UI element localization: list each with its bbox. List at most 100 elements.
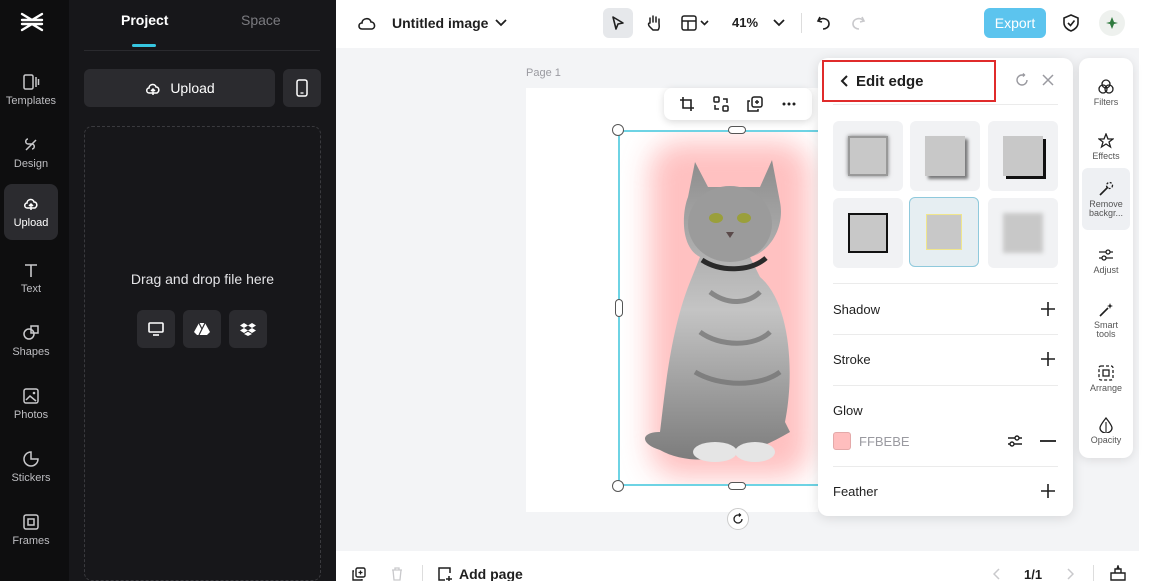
sidebar-item-design[interactable]: Design (4, 125, 58, 181)
sidebar-item-label: Upload (13, 217, 49, 229)
divider (833, 334, 1058, 335)
avatar[interactable] (1099, 10, 1125, 36)
sidebar-item-label: Stickers (11, 472, 51, 484)
upload-from-google-drive-button[interactable] (183, 310, 221, 348)
export-button[interactable]: Export (984, 8, 1046, 38)
add-page-button[interactable]: Add page (437, 566, 523, 581)
filters-icon (1098, 79, 1114, 94)
shield-icon (1063, 14, 1079, 32)
select-tool-button[interactable] (603, 8, 633, 38)
glow-settings-icon[interactable] (1007, 434, 1023, 448)
add-stroke-icon[interactable] (1040, 351, 1056, 367)
back-chevron-icon[interactable] (840, 75, 849, 87)
computer-icon (148, 322, 164, 336)
sidebar-item-frames[interactable]: Frames (4, 502, 58, 558)
zoom-level[interactable]: 41% (732, 15, 758, 30)
next-page-icon[interactable] (1066, 568, 1074, 580)
redo-button[interactable] (847, 12, 869, 34)
drop-zone[interactable]: Drag and drop file here (84, 126, 321, 581)
divider (1093, 565, 1094, 581)
floating-toolbar (664, 88, 812, 120)
pages-panel-icon[interactable] (1110, 565, 1126, 581)
sidebar-item-photos[interactable]: Photos (4, 376, 58, 432)
tab-project[interactable]: Project (121, 12, 168, 28)
sidebar-item-text[interactable]: Text (4, 250, 58, 306)
edge-preset-soft-shadow[interactable] (833, 121, 903, 191)
previous-page-icon[interactable] (993, 568, 1001, 580)
add-page-label: Add page (459, 566, 523, 581)
glow-color-swatch[interactable] (833, 432, 851, 450)
cursor-icon (612, 16, 624, 30)
tool-opacity[interactable]: Opacity (1082, 402, 1130, 460)
tool-arrange[interactable]: Arrange (1082, 350, 1130, 408)
divider (833, 466, 1058, 467)
rotate-icon (733, 513, 743, 524)
layout-menu-button[interactable] (678, 8, 714, 38)
left-rail: Templates Design Upload Text Shapes Phot… (0, 0, 69, 581)
rotate-handle[interactable] (727, 508, 749, 530)
upload-panel: Project Space Upload Drag and drop file … (69, 0, 336, 581)
upload-from-computer-button[interactable] (137, 310, 175, 348)
tool-remove-background[interactable]: Remove backgr... (1082, 168, 1130, 230)
add-feather-icon[interactable] (1040, 483, 1056, 499)
edit-edge-panel: Edit edge Shadow Stroke Glow FFBEBE Feat… (818, 58, 1073, 516)
glow-color-value[interactable]: FFBEBE (859, 434, 910, 449)
shield-button[interactable] (1059, 11, 1083, 35)
edge-preset-feather[interactable] (988, 198, 1058, 268)
edge-preset-glow[interactable] (909, 197, 979, 267)
tool-smart-tools[interactable]: Smart tools (1082, 290, 1130, 350)
resize-handle-bottom[interactable] (728, 482, 746, 490)
duplicate-page-icon[interactable] (352, 567, 366, 581)
tool-filters[interactable]: Filters (1082, 64, 1130, 122)
zoom-dropdown-icon[interactable] (772, 15, 786, 31)
stroke-section-title: Stroke (833, 352, 871, 367)
close-icon[interactable] (1041, 73, 1055, 87)
adjust-icon (1099, 249, 1113, 261)
resize-handle-top-left[interactable] (612, 124, 624, 136)
edge-preset-drop-shadow[interactable] (910, 121, 980, 191)
document-title[interactable]: Untitled image (392, 15, 488, 31)
divider (833, 104, 1058, 105)
resize-handle-bottom-left[interactable] (612, 480, 624, 492)
edge-preset-hard-shadow[interactable] (988, 121, 1058, 191)
tool-label: Effects (1092, 151, 1120, 161)
drop-zone-text: Drag and drop file here (130, 271, 275, 287)
remove-glow-icon[interactable] (1040, 440, 1056, 442)
edge-preset-stroke[interactable] (833, 198, 903, 268)
sidebar-item-upload[interactable]: Upload (4, 184, 58, 240)
feather-section-title: Feather (833, 484, 878, 499)
smart-tools-icon (1099, 302, 1113, 317)
sidebar-item-label: Photos (13, 409, 49, 421)
upload-button[interactable]: Upload (84, 69, 275, 107)
reset-icon[interactable] (1015, 73, 1029, 87)
capcut-logo-icon[interactable] (19, 9, 45, 35)
divider (84, 50, 320, 51)
sidebar-item-shapes[interactable]: Shapes (4, 313, 58, 369)
delete-page-icon[interactable] (390, 567, 404, 581)
hand-tool-button[interactable] (639, 8, 669, 38)
phone-upload-button[interactable] (283, 69, 321, 107)
sidebar-item-templates[interactable]: Templates (4, 62, 58, 118)
hand-icon (647, 15, 660, 31)
divider (833, 283, 1058, 284)
crop-icon[interactable] (679, 96, 695, 112)
undo-button[interactable] (813, 12, 835, 34)
tab-underline (132, 44, 156, 47)
replace-icon[interactable] (713, 96, 729, 112)
more-options-icon[interactable] (781, 96, 797, 112)
add-shadow-icon[interactable] (1040, 301, 1056, 317)
selection-box[interactable] (618, 130, 828, 486)
cloud-save-icon[interactable] (356, 12, 378, 34)
resize-handle-top[interactable] (728, 126, 746, 134)
sidebar-item-label: Shapes (12, 346, 50, 358)
upload-button-label: Upload (170, 80, 215, 96)
divider (801, 13, 802, 33)
tab-space[interactable]: Space (241, 12, 281, 28)
resize-handle-left[interactable] (615, 299, 623, 317)
upload-from-dropbox-button[interactable] (229, 310, 267, 348)
sidebar-item-stickers[interactable]: Stickers (4, 439, 58, 495)
tool-adjust[interactable]: Adjust (1082, 232, 1130, 290)
duplicate-icon[interactable] (747, 96, 763, 112)
shadow-section-title: Shadow (833, 302, 880, 317)
title-dropdown-icon[interactable] (494, 14, 508, 32)
